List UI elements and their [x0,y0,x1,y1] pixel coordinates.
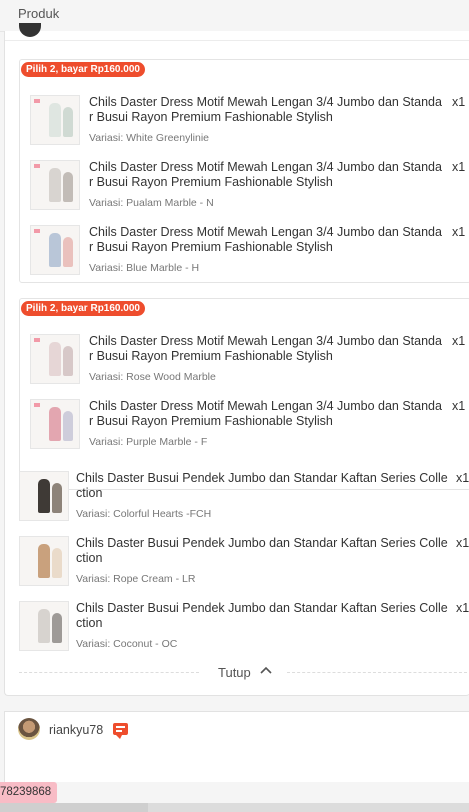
product-name: Chils Daster Busui Pendek Jumbo dan Stan… [76,471,448,485]
product-variant: Variasi: Rope Cream - LR [76,573,196,585]
product-thumbnail [19,601,69,651]
product-name: Chils Daster Dress Motif Mewah Lengan 3/… [89,160,442,174]
collapse-label: Tutup [218,665,251,680]
product-name-cont: ction [76,551,103,565]
product-thumbnail [30,334,80,384]
product-name: Chils Daster Dress Motif Mewah Lengan 3/… [89,399,442,413]
seller-name[interactable]: riankyu78 [49,723,103,737]
product-name: Chils Daster Dress Motif Mewah Lengan 3/… [89,334,442,348]
phone-number-chip[interactable]: 78239868 [0,782,58,803]
product-thumbnail [30,225,80,275]
seller-card-body [4,752,469,782]
collapse-button[interactable]: Tutup [19,663,469,683]
product-row[interactable]: Chils Daster Dress Motif Mewah Lengan 3/… [30,225,468,277]
product-row[interactable]: Chils Daster Busui Pendek Jumbo dan Stan… [19,601,469,653]
product-qty: x1 [452,160,466,174]
bundle-group: Pilih 2, bayar Rp160.000 Chils Daster Dr… [19,59,469,283]
product-qty: x1 [452,225,466,239]
product-qty: x1 [452,334,466,348]
product-variant: Variasi: Pualam Marble - N [89,197,214,209]
product-thumbnail [30,160,80,210]
chat-icon[interactable] [113,723,128,739]
product-variant: Variasi: Blue Marble - H [89,262,200,274]
product-thumbnail [30,95,80,145]
avatar [19,23,41,37]
bundle-group: Pilih 2, bayar Rp160.000 Chils Daster Dr… [19,298,469,490]
seller-card: riankyu78 [4,711,469,752]
product-qty: x1 [456,601,469,615]
product-qty: x1 [456,471,469,485]
product-name-cont: r Busui Rayon Premium Fashionable Stylis… [89,240,333,254]
product-row[interactable]: Chils Daster Busui Pendek Jumbo dan Stan… [19,471,469,523]
product-name: Chils Daster Dress Motif Mewah Lengan 3/… [89,225,442,239]
product-row[interactable]: Chils Daster Dress Motif Mewah Lengan 3/… [30,399,468,451]
product-row[interactable]: Chils Daster Dress Motif Mewah Lengan 3/… [30,95,468,147]
product-name: Chils Daster Dress Motif Mewah Lengan 3/… [89,95,442,109]
product-name: Chils Daster Busui Pendek Jumbo dan Stan… [76,536,448,550]
product-row[interactable]: Chils Daster Busui Pendek Jumbo dan Stan… [19,536,469,588]
product-name-cont: r Busui Rayon Premium Fashionable Stylis… [89,349,333,363]
product-variant: Variasi: Purple Marble - F [89,436,208,448]
product-qty: x1 [452,95,466,109]
product-variant: Variasi: Rose Wood Marble [89,371,216,383]
product-variant: Variasi: Coconut - OC [76,638,178,650]
product-thumbnail [19,536,69,586]
product-name-cont: r Busui Rayon Premium Fashionable Stylis… [89,414,333,428]
order-card: Pilih 2, bayar Rp160.000 Chils Daster Dr… [4,23,469,696]
avatar [18,718,40,740]
product-row[interactable]: Chils Daster Dress Motif Mewah Lengan 3/… [30,334,468,386]
product-name-cont: ction [76,486,103,500]
divider [5,40,469,41]
product-name-cont: ction [76,616,103,630]
chevron-up-icon [260,665,272,678]
section-title: Produk [18,6,60,21]
divider [19,672,199,673]
product-name-cont: r Busui Rayon Premium Fashionable Stylis… [89,110,333,124]
product-variant: Variasi: White Greenylinie [89,132,210,144]
product-qty: x1 [452,399,466,413]
product-variant: Variasi: Colorful Hearts -FCH [76,508,212,520]
product-row[interactable]: Chils Daster Dress Motif Mewah Lengan 3/… [30,160,468,212]
bundle-promo-badge: Pilih 2, bayar Rp160.000 [21,62,145,77]
top-bar: Produk [0,0,469,32]
bottom-bar [0,803,469,812]
product-thumbnail [19,471,69,521]
divider [287,672,467,673]
product-qty: x1 [456,536,469,550]
product-name-cont: r Busui Rayon Premium Fashionable Stylis… [89,175,333,189]
bundle-promo-badge: Pilih 2, bayar Rp160.000 [21,301,145,316]
product-name: Chils Daster Busui Pendek Jumbo dan Stan… [76,601,448,615]
product-thumbnail [30,399,80,449]
